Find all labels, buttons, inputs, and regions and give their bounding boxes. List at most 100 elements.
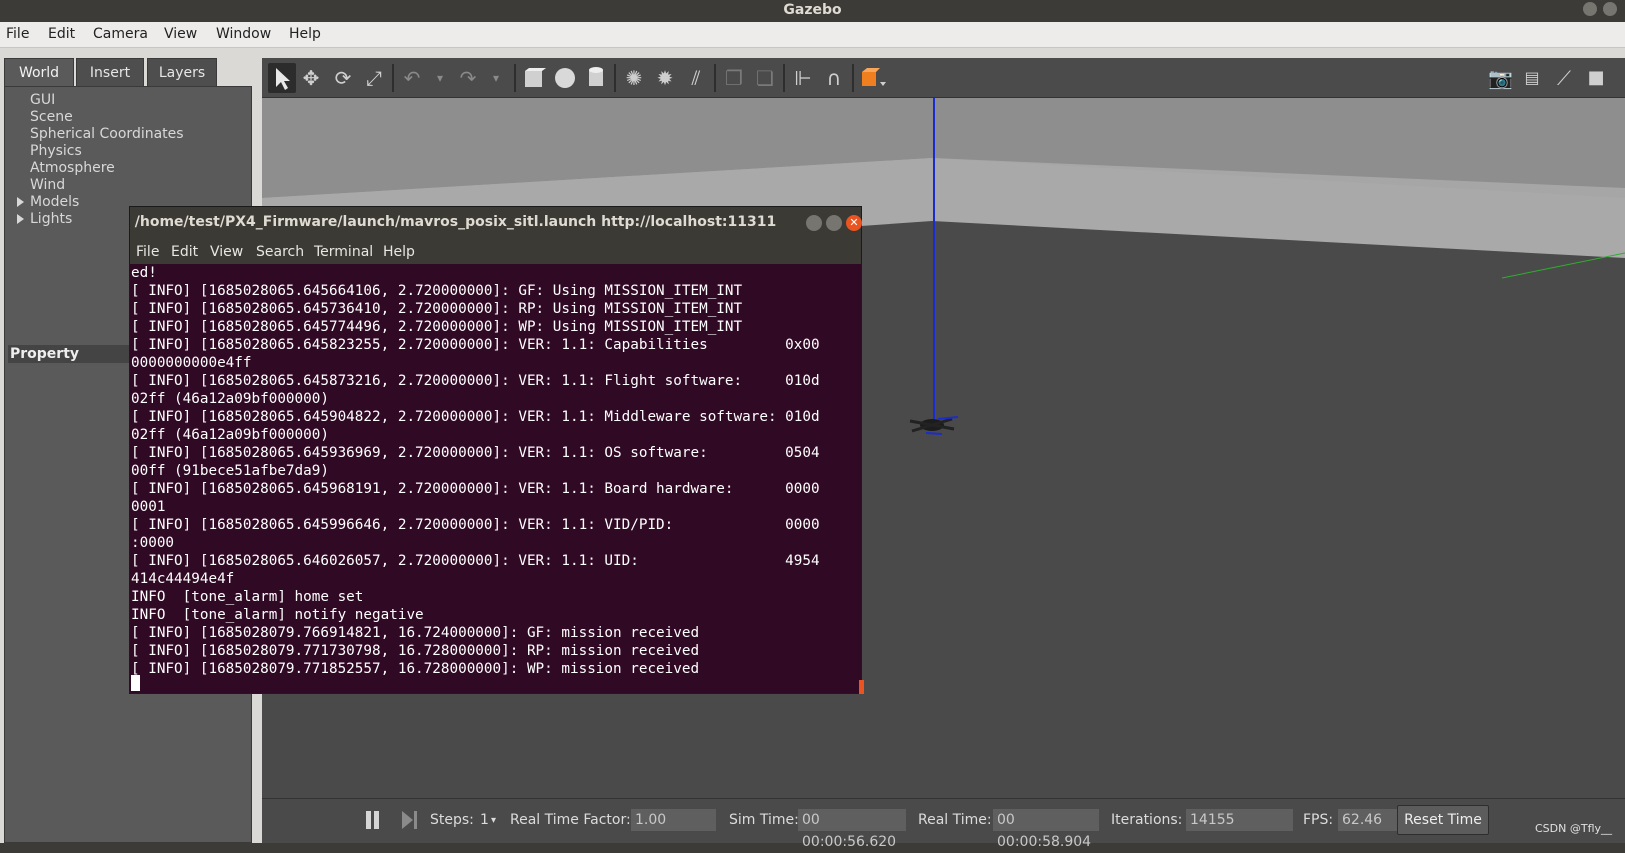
terminal-titlebar[interactable]: /home/test/PX4_Firmware/launch/mavros_po…: [130, 207, 861, 240]
terminal-line: INFO [tone_alarm] notify negative: [131, 607, 424, 623]
expand-arrow-icon[interactable]: [17, 197, 24, 207]
toolbar-separator: [514, 64, 516, 92]
tab-world[interactable]: World: [4, 58, 74, 88]
plot-icon[interactable]: ⟋: [1552, 66, 1576, 90]
point-light-icon[interactable]: ✺: [622, 66, 646, 90]
toolbar-separator: [852, 64, 854, 92]
redo-icon[interactable]: ↷: [456, 66, 480, 90]
minimize-icon[interactable]: [806, 215, 822, 231]
maximize-icon[interactable]: [1603, 2, 1617, 16]
rtf-value: 1.00: [631, 809, 716, 831]
menu-file[interactable]: File: [6, 26, 29, 42]
menu-window[interactable]: Window: [216, 26, 271, 42]
select-arrow-icon[interactable]: [268, 63, 296, 93]
tree-item-atmosphere[interactable]: Atmosphere: [30, 160, 115, 176]
tree-item-physics[interactable]: Physics: [30, 143, 82, 159]
record-icon[interactable]: ■: [1584, 66, 1608, 90]
terminal-menu-terminal[interactable]: Terminal: [314, 244, 373, 260]
terminal-output[interactable]: ed! [ INFO] [1685028065.645664106, 2.7200…: [130, 264, 861, 684]
tree-item-lights[interactable]: Lights: [30, 211, 72, 227]
steps-dropdown-icon[interactable]: ▾: [491, 815, 496, 826]
terminal-cursor: [131, 675, 140, 691]
real-time-label: Real Time:: [918, 812, 992, 828]
scale-icon[interactable]: ⤢: [362, 66, 386, 90]
menu-edit[interactable]: Edit: [48, 26, 75, 42]
sphere-icon[interactable]: [553, 66, 577, 90]
toolbar-separator: [614, 64, 616, 92]
step-icon[interactable]: [402, 811, 418, 829]
terminal-line: 0000000000e4ff: [131, 355, 252, 371]
toolbar-separator: [714, 64, 716, 92]
tab-layers[interactable]: Layers: [147, 58, 217, 88]
sim-time-value: 00 00:00:56.620: [798, 809, 906, 850]
screenshot-icon[interactable]: 📷: [1488, 66, 1513, 90]
tab-insert[interactable]: Insert: [76, 58, 144, 88]
terminal-title: /home/test/PX4_Firmware/launch/mavros_po…: [134, 214, 777, 230]
directional-light-icon[interactable]: ⫽: [684, 66, 708, 90]
bottom-bar: Steps: 1 ▾ Real Time Factor: 1.00 Sim Ti…: [262, 798, 1625, 850]
view-angle-icon[interactable]: [860, 66, 886, 90]
iterations-value: 14155: [1186, 809, 1293, 831]
menu-help[interactable]: Help: [289, 26, 321, 42]
undo-dropdown-icon[interactable]: ▾: [428, 66, 452, 90]
steps-spinbox[interactable]: 1: [480, 812, 489, 828]
paste-icon[interactable]: ❏: [753, 66, 777, 90]
terminal-line: [ INFO] [1685028065.645996646, 2.7200000…: [131, 517, 820, 533]
rotate-icon[interactable]: ⟳: [331, 66, 355, 90]
terminal-line: ed!: [131, 265, 157, 281]
cylinder-icon[interactable]: [584, 66, 608, 90]
rtf-label: Real Time Factor:: [510, 812, 631, 828]
terminal-menu-edit[interactable]: Edit: [171, 244, 198, 260]
terminal-window[interactable]: /home/test/PX4_Firmware/launch/mavros_po…: [129, 206, 864, 694]
terminal-scrollbar[interactable]: [859, 680, 864, 694]
tree-item-gui[interactable]: GUI: [30, 92, 55, 108]
toolbar: ✥ ⟳ ⤢ ↶ ▾ ↷ ▾ ✺ ✹ ⫽ ❐ ❏ ⊩ ∩ 📷 ▤ ⟋ ■: [262, 58, 1625, 98]
tree-item-spherical-coordinates[interactable]: Spherical Coordinates: [30, 126, 184, 142]
iterations-label: Iterations:: [1111, 812, 1183, 828]
terminal-line: [ INFO] [1685028065.645664106, 2.7200000…: [131, 283, 743, 299]
box-icon[interactable]: [522, 66, 546, 90]
spot-light-icon[interactable]: ✹: [653, 66, 677, 90]
fps-label: FPS:: [1303, 812, 1334, 828]
tree-item-models[interactable]: Models: [30, 194, 79, 210]
terminal-line: INFO [tone_alarm] home set: [131, 589, 364, 605]
terminal-menu-view[interactable]: View: [210, 244, 243, 260]
terminal-line: 02ff (46a12a09bf000000): [131, 391, 329, 407]
toolbar-separator: [392, 64, 394, 92]
reset-time-button[interactable]: Reset Time: [1397, 805, 1489, 835]
watermark: CSDN @Tfly__: [1535, 822, 1613, 835]
menu-camera[interactable]: Camera: [93, 26, 148, 42]
terminal-menu-help[interactable]: Help: [383, 244, 415, 260]
terminal-line: 0001: [131, 499, 166, 515]
tree-item-scene[interactable]: Scene: [30, 109, 73, 125]
close-icon[interactable]: ✕: [846, 215, 862, 231]
copy-icon[interactable]: ❐: [722, 66, 746, 90]
terminal-menu-search[interactable]: Search: [256, 244, 304, 260]
window-title: Gazebo: [783, 2, 842, 18]
terminal-menu-file[interactable]: File: [136, 244, 159, 260]
pause-icon[interactable]: [366, 811, 380, 829]
terminal-line: [ INFO] [1685028079.766914821, 16.724000…: [131, 625, 700, 641]
undo-icon[interactable]: ↶: [400, 66, 424, 90]
tree-item-wind[interactable]: Wind: [30, 177, 65, 193]
maximize-icon[interactable]: [826, 215, 842, 231]
log-icon[interactable]: ▤: [1520, 66, 1544, 90]
terminal-line: [ INFO] [1685028065.645936969, 2.7200000…: [131, 445, 820, 461]
snap-icon[interactable]: ∩: [822, 66, 846, 90]
expand-arrow-icon[interactable]: [17, 214, 24, 224]
toolbar-separator: [783, 64, 785, 92]
terminal-line: 02ff (46a12a09bf000000): [131, 427, 329, 443]
terminal-line: [ INFO] [1685028065.645968191, 2.7200000…: [131, 481, 820, 497]
terminal-menubar: File Edit View Search Terminal Help: [130, 240, 861, 264]
drone-model[interactable]: [902, 413, 962, 435]
menu-view[interactable]: View: [164, 26, 197, 42]
terminal-line: 00ff (91bece51afbe7da9): [131, 463, 329, 479]
align-icon[interactable]: ⊩: [791, 66, 815, 90]
redo-dropdown-icon[interactable]: ▾: [484, 66, 508, 90]
terminal-line: 414c44494e4f: [131, 571, 235, 587]
minimize-icon[interactable]: [1583, 2, 1597, 16]
menubar: File Edit Camera View Window Help: [0, 22, 1625, 48]
window-titlebar: Gazebo: [0, 0, 1625, 22]
translate-icon[interactable]: ✥: [299, 66, 323, 90]
terminal-line: [ INFO] [1685028065.645873216, 2.7200000…: [131, 373, 820, 389]
